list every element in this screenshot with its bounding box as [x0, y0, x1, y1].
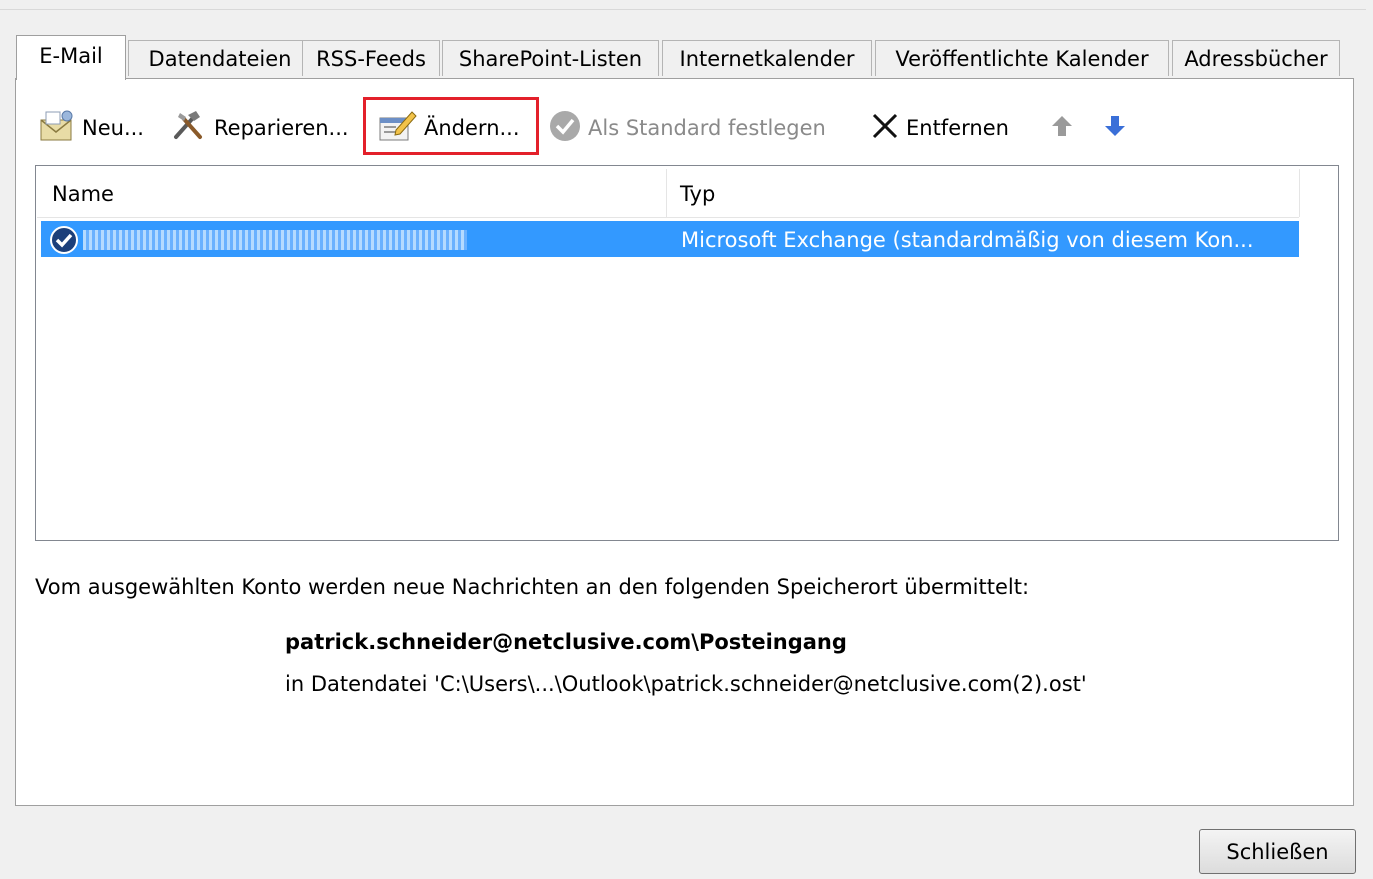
column-header-type[interactable]: Typ: [680, 167, 715, 217]
tab-sharepoint-listen[interactable]: SharePoint-Listen: [442, 40, 659, 76]
column-separator: [1299, 169, 1300, 217]
account-row[interactable]: Microsoft Exchange (standardmäßig von di…: [41, 221, 1299, 257]
dialog-top-border: [0, 9, 1366, 10]
arrow-down-icon: [1103, 113, 1127, 144]
close-button[interactable]: Schließen: [1199, 829, 1356, 874]
move-down-button[interactable]: [1103, 108, 1133, 148]
new-button[interactable]: Neu...: [38, 108, 144, 148]
tab-email[interactable]: E-Mail: [16, 35, 126, 80]
change-button-highlight: [363, 97, 539, 155]
new-mail-icon: [38, 108, 76, 149]
tab-datendateien[interactable]: Datendateien: [128, 40, 312, 76]
remove-button-label: Entfernen: [906, 116, 1009, 140]
column-separator: [666, 169, 667, 217]
delivery-datafile: in Datendatei 'C:\Users\...\Outlook\patr…: [285, 672, 1087, 696]
list-header: Name Typ: [37, 167, 1300, 218]
tab-veroeffentlichte-kalender[interactable]: Veröffentlichte Kalender: [875, 40, 1169, 76]
remove-button[interactable]: Entfernen: [870, 108, 1009, 148]
tab-internetkalender[interactable]: Internetkalender: [662, 40, 872, 76]
account-list[interactable]: Name Typ Microsoft Exchange (standardmäß…: [35, 165, 1339, 541]
set-default-button-label: Als Standard festlegen: [588, 116, 826, 140]
check-circle-icon: [548, 109, 582, 148]
new-button-label: Neu...: [82, 116, 144, 140]
close-icon: [870, 111, 900, 146]
tools-icon: [170, 109, 208, 148]
tab-rss-feeds[interactable]: RSS-Feeds: [302, 40, 440, 76]
repair-button[interactable]: Reparieren...: [170, 108, 349, 148]
delivery-description: Vom ausgewählten Konto werden neue Nachr…: [35, 575, 1030, 599]
move-up-button[interactable]: [1050, 108, 1080, 148]
repair-button-label: Reparieren...: [214, 116, 349, 140]
account-name-redacted: [83, 230, 467, 250]
tab-adressbuecher[interactable]: Adressbücher: [1172, 40, 1340, 76]
arrow-up-icon: [1050, 113, 1074, 144]
delivery-folder: patrick.schneider@netclusive.com\Postein…: [285, 630, 847, 654]
set-default-button[interactable]: Als Standard festlegen: [548, 108, 826, 148]
column-header-name[interactable]: Name: [52, 167, 114, 217]
account-type: Microsoft Exchange (standardmäßig von di…: [681, 228, 1254, 252]
default-account-icon: [48, 224, 80, 261]
